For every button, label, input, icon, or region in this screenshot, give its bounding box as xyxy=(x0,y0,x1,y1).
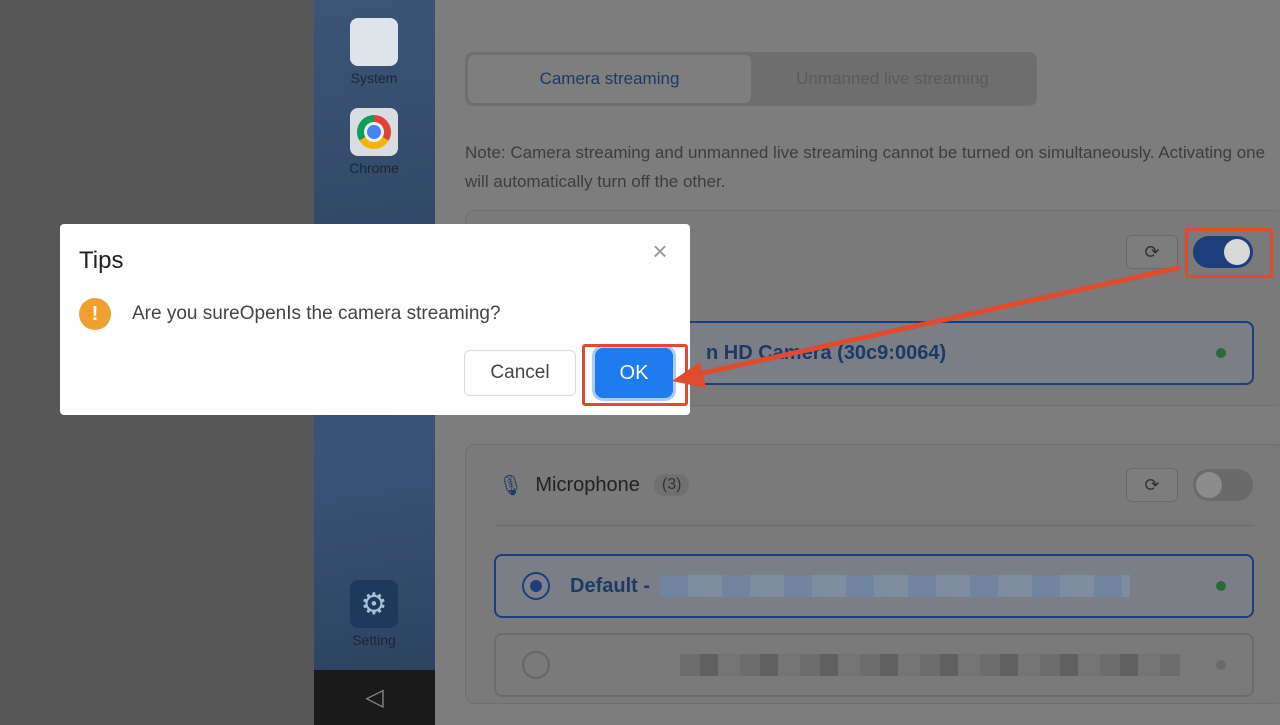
microphone-device-default[interactable]: Default - xyxy=(494,554,1254,618)
cancel-button[interactable]: Cancel xyxy=(464,350,576,396)
warning-icon: ! xyxy=(79,298,111,330)
status-dot xyxy=(1216,348,1226,358)
app-system[interactable]: System xyxy=(348,18,400,86)
app-label: System xyxy=(350,70,398,86)
app-label: Chrome xyxy=(349,160,399,176)
dialog-message: Are you sureOpenIs the camera streaming? xyxy=(132,303,501,324)
radio-unselected[interactable] xyxy=(522,651,550,679)
microphone-card: 🎙 Microphone (3) ⟳ Default - xyxy=(465,444,1280,704)
dialog-title: Tips xyxy=(79,247,124,274)
radio-selected[interactable] xyxy=(522,572,550,600)
camera-refresh-button[interactable]: ⟳ xyxy=(1126,235,1178,269)
android-nav-bar: ◁ xyxy=(314,670,435,725)
microphone-title: Microphone xyxy=(535,473,640,496)
streaming-note: Note: Camera streaming and unmanned live… xyxy=(465,143,1266,191)
tab-camera-streaming[interactable]: Camera streaming xyxy=(468,55,751,103)
redacted-text xyxy=(660,575,1130,597)
microphone-device-other[interactable] xyxy=(494,633,1254,697)
status-dot xyxy=(1216,660,1226,670)
streaming-mode-tabs: Camera streaming Unmanned live streaming xyxy=(465,52,1037,106)
app-label: Setting xyxy=(352,632,396,648)
tab-unmanned-live-streaming[interactable]: Unmanned live streaming xyxy=(751,55,1034,103)
refresh-icon: ⟳ xyxy=(1144,474,1160,495)
back-icon[interactable]: ◁ xyxy=(365,683,383,712)
app-chrome[interactable]: Chrome xyxy=(348,108,400,176)
gear-icon: ⚙ xyxy=(350,580,398,628)
microphone-refresh-button[interactable]: ⟳ xyxy=(1126,468,1178,502)
system-grid-icon xyxy=(350,18,398,66)
close-icon[interactable]: × xyxy=(649,238,671,264)
microphone-device-name: Default - xyxy=(570,574,650,597)
redacted-text xyxy=(680,654,1180,676)
microphone-toggle[interactable] xyxy=(1193,469,1253,501)
chrome-icon xyxy=(350,108,398,156)
refresh-icon: ⟳ xyxy=(1144,241,1160,262)
ok-highlight-box xyxy=(582,344,688,406)
camera-device-name: n HD Camera (30c9:0064) xyxy=(706,341,947,364)
toggle-highlight-box xyxy=(1185,228,1273,278)
microphone-count: (3) xyxy=(653,474,690,496)
microphone-icon: 🎙 xyxy=(498,474,524,497)
status-dot xyxy=(1216,581,1226,591)
app-setting[interactable]: ⚙ Setting xyxy=(348,580,400,648)
divider xyxy=(496,525,1254,526)
